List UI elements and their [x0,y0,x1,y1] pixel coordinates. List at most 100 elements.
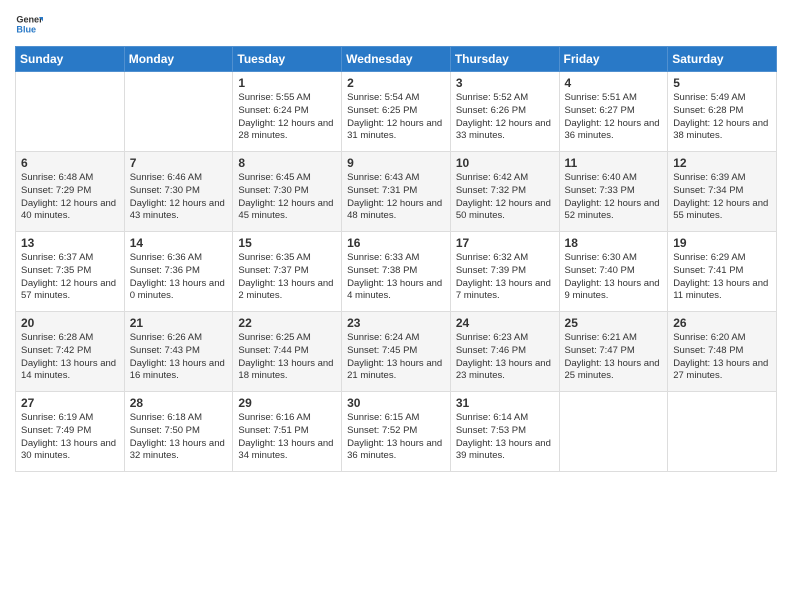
day-info: Sunrise: 6:36 AMSunset: 7:36 PMDaylight:… [130,252,228,303]
calendar-day-10: 10Sunrise: 6:42 AMSunset: 7:32 PMDayligh… [450,152,559,232]
day-info: Sunrise: 5:51 AMSunset: 6:27 PMDaylight:… [565,92,663,143]
calendar-day-27: 27Sunrise: 6:19 AMSunset: 7:49 PMDayligh… [16,392,125,472]
calendar-day-2: 2 Sunrise: 5:54 AMSunset: 6:25 PMDaylight… [342,72,451,152]
day-info: Sunrise: 6:18 AMSunset: 7:50 PMDaylight:… [130,412,228,463]
calendar-day-17: 17 Sunrise: 6:32 AMSunset: 7:39 PMDayligh… [450,232,559,312]
calendar-week-row: 1 Sunrise: 5:55 AMSunset: 6:24 PMDaylight… [16,72,777,152]
calendar-week-row: 13 Sunrise: 6:37 AMSunset: 7:35 PMDayligh… [16,232,777,312]
calendar-day-23: 23 Sunrise: 6:24 AMSunset: 7:45 PMDayligh… [342,312,451,392]
calendar-day-9: 9 Sunrise: 6:43 AMSunset: 7:31 PMDaylight… [342,152,451,232]
calendar-day-4: 4 Sunrise: 5:51 AMSunset: 6:27 PMDaylight… [559,72,668,152]
day-info: Sunrise: 6:39 AMSunset: 7:34 PMDaylight:… [673,172,771,223]
day-number: 4 [565,76,663,90]
day-number: 29 [238,396,336,410]
day-number: 6 [21,156,119,170]
calendar-day-29: 29 Sunrise: 6:16 AMSunset: 7:51 PMDayligh… [233,392,342,472]
day-number: 1 [238,76,336,90]
day-info: Sunrise: 6:23 AMSunset: 7:46 PMDaylight:… [456,332,554,383]
day-number: 2 [347,76,445,90]
day-info: Sunrise: 5:52 AMSunset: 6:26 PMDaylight:… [456,92,554,143]
calendar-table: SundayMondayTuesdayWednesdayThursdayFrid… [15,46,777,472]
day-info: Sunrise: 5:54 AMSunset: 6:25 PMDaylight:… [347,92,445,143]
weekday-header-friday: Friday [559,47,668,72]
day-info: Sunrise: 6:25 AMSunset: 7:44 PMDaylight:… [238,332,336,383]
day-number: 13 [21,236,119,250]
calendar-day-11: 11Sunrise: 6:40 AMSunset: 7:33 PMDayligh… [559,152,668,232]
day-number: 12 [673,156,771,170]
logo: General Blue [15,10,45,38]
calendar-day-24: 24 Sunrise: 6:23 AMSunset: 7:46 PMDayligh… [450,312,559,392]
day-number: 31 [456,396,554,410]
page: General Blue SundayMondayTuesdayWednesda… [0,0,792,612]
weekday-header-monday: Monday [124,47,233,72]
day-info: Sunrise: 6:32 AMSunset: 7:39 PMDaylight:… [456,252,554,303]
day-number: 18 [565,236,663,250]
day-number: 17 [456,236,554,250]
day-info: Sunrise: 6:15 AMSunset: 7:52 PMDaylight:… [347,412,445,463]
day-number: 3 [456,76,554,90]
day-info: Sunrise: 5:55 AMSunset: 6:24 PMDaylight:… [238,92,336,143]
calendar-day-13: 13 Sunrise: 6:37 AMSunset: 7:35 PMDayligh… [16,232,125,312]
calendar-day-7: 7 Sunrise: 6:46 AMSunset: 7:30 PMDaylight… [124,152,233,232]
header: General Blue [15,10,777,38]
day-number: 25 [565,316,663,330]
calendar-day-3: 3 Sunrise: 5:52 AMSunset: 6:26 PMDaylight… [450,72,559,152]
calendar-day-25: 25 Sunrise: 6:21 AMSunset: 7:47 PMDayligh… [559,312,668,392]
calendar-empty-cell [16,72,125,152]
day-info: Sunrise: 6:21 AMSunset: 7:47 PMDaylight:… [565,332,663,383]
day-number: 23 [347,316,445,330]
day-info: Sunrise: 6:48 AMSunset: 7:29 PMDaylight:… [21,172,119,223]
calendar-empty-cell [124,72,233,152]
day-number: 20 [21,316,119,330]
calendar-day-8: 8Sunrise: 6:45 AMSunset: 7:30 PMDaylight… [233,152,342,232]
weekday-header-thursday: Thursday [450,47,559,72]
day-number: 7 [130,156,228,170]
day-info: Sunrise: 6:35 AMSunset: 7:37 PMDaylight:… [238,252,336,303]
calendar-day-30: 30Sunrise: 6:15 AMSunset: 7:52 PMDayligh… [342,392,451,472]
day-info: Sunrise: 6:42 AMSunset: 7:32 PMDaylight:… [456,172,554,223]
day-number: 16 [347,236,445,250]
logo-icon: General Blue [15,10,43,38]
day-number: 24 [456,316,554,330]
day-info: Sunrise: 6:16 AMSunset: 7:51 PMDaylight:… [238,412,336,463]
calendar-week-row: 6 Sunrise: 6:48 AMSunset: 7:29 PMDaylight… [16,152,777,232]
day-info: Sunrise: 6:46 AMSunset: 7:30 PMDaylight:… [130,172,228,223]
day-number: 9 [347,156,445,170]
calendar-day-20: 20Sunrise: 6:28 AMSunset: 7:42 PMDayligh… [16,312,125,392]
day-info: Sunrise: 6:20 AMSunset: 7:48 PMDaylight:… [673,332,771,383]
day-info: Sunrise: 6:43 AMSunset: 7:31 PMDaylight:… [347,172,445,223]
calendar-day-21: 21Sunrise: 6:26 AMSunset: 7:43 PMDayligh… [124,312,233,392]
svg-text:Blue: Blue [16,24,36,34]
calendar-day-12: 12 Sunrise: 6:39 AMSunset: 7:34 PMDayligh… [668,152,777,232]
weekday-header-row: SundayMondayTuesdayWednesdayThursdayFrid… [16,47,777,72]
day-number: 19 [673,236,771,250]
day-number: 26 [673,316,771,330]
calendar-day-26: 26 Sunrise: 6:20 AMSunset: 7:48 PMDayligh… [668,312,777,392]
calendar-day-28: 28Sunrise: 6:18 AMSunset: 7:50 PMDayligh… [124,392,233,472]
calendar-day-18: 18 Sunrise: 6:30 AMSunset: 7:40 PMDayligh… [559,232,668,312]
calendar-day-16: 16Sunrise: 6:33 AMSunset: 7:38 PMDayligh… [342,232,451,312]
calendar-week-row: 20Sunrise: 6:28 AMSunset: 7:42 PMDayligh… [16,312,777,392]
day-number: 5 [673,76,771,90]
calendar-day-6: 6 Sunrise: 6:48 AMSunset: 7:29 PMDaylight… [16,152,125,232]
day-info: Sunrise: 6:29 AMSunset: 7:41 PMDaylight:… [673,252,771,303]
calendar-day-1: 1 Sunrise: 5:55 AMSunset: 6:24 PMDaylight… [233,72,342,152]
day-info: Sunrise: 6:37 AMSunset: 7:35 PMDaylight:… [21,252,119,303]
day-info: Sunrise: 6:24 AMSunset: 7:45 PMDaylight:… [347,332,445,383]
calendar-empty-cell [668,392,777,472]
day-number: 14 [130,236,228,250]
calendar-day-14: 14 Sunrise: 6:36 AMSunset: 7:36 PMDayligh… [124,232,233,312]
svg-text:General: General [16,15,43,25]
calendar-empty-cell [559,392,668,472]
day-number: 22 [238,316,336,330]
day-info: Sunrise: 6:14 AMSunset: 7:53 PMDaylight:… [456,412,554,463]
weekday-header-wednesday: Wednesday [342,47,451,72]
day-info: Sunrise: 6:19 AMSunset: 7:49 PMDaylight:… [21,412,119,463]
weekday-header-tuesday: Tuesday [233,47,342,72]
calendar-day-15: 15Sunrise: 6:35 AMSunset: 7:37 PMDayligh… [233,232,342,312]
calendar-day-31: 31 Sunrise: 6:14 AMSunset: 7:53 PMDayligh… [450,392,559,472]
day-number: 11 [565,156,663,170]
day-number: 21 [130,316,228,330]
weekday-header-saturday: Saturday [668,47,777,72]
day-info: Sunrise: 6:30 AMSunset: 7:40 PMDaylight:… [565,252,663,303]
